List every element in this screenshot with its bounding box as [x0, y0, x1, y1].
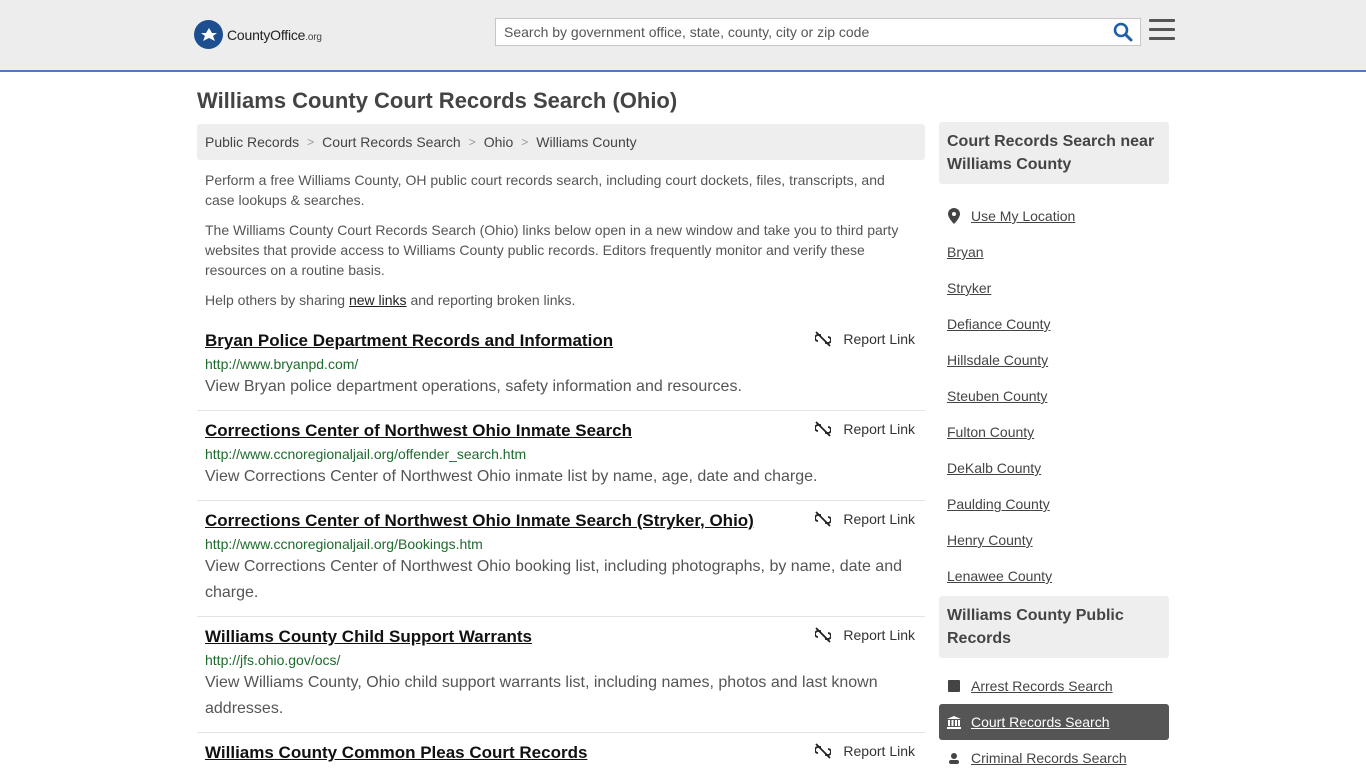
page-title: Williams County Court Records Search (Oh… — [197, 88, 678, 113]
breadcrumb-court-records-search[interactable]: Court Records Search — [322, 134, 461, 150]
square-icon — [947, 680, 961, 692]
public-records-list: Arrest Records Search Court Records Sear… — [939, 668, 1169, 768]
intro-text: Perform a free Williams County, OH publi… — [205, 170, 915, 320]
listing-url: http://jfs.ohio.gov/ocs/ — [205, 652, 341, 668]
broken-link-icon — [815, 743, 832, 759]
logo-seal-icon — [194, 20, 223, 49]
list-item: Court Records Search — [939, 704, 1169, 740]
arrest-records-search-link[interactable]: Arrest Records Search — [971, 678, 1113, 694]
new-links-link[interactable]: new links — [349, 292, 407, 308]
search-button[interactable] — [1112, 22, 1134, 44]
use-my-location-link[interactable]: Use My Location — [971, 208, 1075, 224]
broken-link-icon — [815, 627, 832, 643]
broken-link-icon — [815, 511, 832, 527]
breadcrumb-williams-county[interactable]: Williams County — [536, 134, 636, 150]
search-input[interactable] — [496, 19, 1106, 45]
search-icon — [1113, 22, 1133, 42]
list-item: Bryan — [939, 234, 1169, 270]
criminal-records-search-link[interactable]: Criminal Records Search — [971, 750, 1127, 766]
intro-paragraph: The Williams County Court Records Search… — [205, 222, 899, 278]
intro-paragraph: Perform a free Williams County, OH publi… — [205, 172, 885, 208]
nearby-link-dekalb-county[interactable]: DeKalb County — [947, 460, 1041, 476]
breadcrumb-public-records[interactable]: Public Records — [205, 134, 299, 150]
courthouse-icon — [947, 715, 961, 729]
list-item: Steuben County — [939, 378, 1169, 414]
listing-url: http://www.bryanpd.com/ — [205, 356, 359, 372]
list-item: Hillsdale County — [939, 342, 1169, 378]
nearby-link-stryker[interactable]: Stryker — [947, 280, 991, 296]
listing-title-link[interactable]: Bryan Police Department Records and Info… — [205, 330, 613, 352]
listing-title-link[interactable]: Williams County Common Pleas Court Recor… — [205, 742, 587, 764]
listing-title-link[interactable]: Williams County Child Support Warrants — [205, 626, 532, 648]
logo-text: CountyOffice.org — [227, 26, 322, 43]
broken-link-icon — [815, 331, 832, 347]
share-paragraph: Help others by sharing new links and rep… — [205, 292, 576, 308]
court-records-search-link[interactable]: Court Records Search — [971, 714, 1110, 730]
sidebar: Court Records Search near Williams Count… — [939, 122, 1169, 768]
list-item: Lenawee County — [939, 558, 1169, 594]
search-box — [495, 18, 1141, 46]
list-item: Use My Location — [939, 198, 1169, 234]
nearby-link-bryan[interactable]: Bryan — [947, 244, 984, 260]
nearby-link-paulding-county[interactable]: Paulding County — [947, 496, 1050, 512]
listing-description: View Corrections Center of Northwest Ohi… — [205, 558, 902, 601]
breadcrumb-separator-icon: > — [521, 135, 529, 149]
list-item: Henry County — [939, 522, 1169, 558]
report-link-button[interactable]: Report Link — [815, 511, 915, 527]
list-item: Paulding County — [939, 486, 1169, 522]
breadcrumb: Public Records > Court Records Search > … — [197, 124, 925, 160]
list-item: Arrest Records Search — [939, 668, 1169, 704]
nearby-list: Use My Location Bryan Stryker Defiance C… — [939, 198, 1169, 594]
list-item: Defiance County — [939, 306, 1169, 342]
report-link-button[interactable]: Report Link — [815, 331, 915, 347]
listing-description: View Corrections Center of Northwest Ohi… — [205, 468, 818, 485]
site-logo[interactable]: CountyOffice.org — [194, 20, 322, 49]
nearby-link-steuben-county[interactable]: Steuben County — [947, 388, 1047, 404]
nearby-link-henry-county[interactable]: Henry County — [947, 532, 1033, 548]
hamburger-menu-button[interactable] — [1149, 19, 1175, 43]
listing-url: http://www.ccnoregionaljail.org/Bookings… — [205, 536, 483, 552]
nearby-link-hillsdale-county[interactable]: Hillsdale County — [947, 352, 1048, 368]
broken-link-icon — [815, 421, 832, 437]
list-item: Corrections Center of Northwest Ohio Inm… — [197, 411, 925, 501]
report-link-button[interactable]: Report Link — [815, 421, 915, 437]
listings: Bryan Police Department Records and Info… — [197, 321, 925, 768]
criminal-icon — [947, 752, 961, 764]
public-records-heading: Williams County Public Records — [939, 596, 1169, 658]
list-item: Stryker — [939, 270, 1169, 306]
listing-description: View Williams County, Ohio child support… — [205, 674, 878, 717]
list-item: Williams County Child Support Warrants h… — [197, 617, 925, 733]
hamburger-icon — [1149, 19, 1175, 22]
list-item: Williams County Common Pleas Court Recor… — [197, 733, 925, 768]
list-item: Criminal Records Search — [939, 740, 1169, 768]
nearby-link-defiance-county[interactable]: Defiance County — [947, 316, 1051, 332]
breadcrumb-separator-icon: > — [307, 135, 315, 149]
nearby-link-lenawee-county[interactable]: Lenawee County — [947, 568, 1052, 584]
list-item: Bryan Police Department Records and Info… — [197, 321, 925, 411]
list-item: Corrections Center of Northwest Ohio Inm… — [197, 501, 925, 617]
list-item: DeKalb County — [939, 450, 1169, 486]
listing-description: View Bryan police department operations,… — [205, 378, 742, 395]
nearby-link-fulton-county[interactable]: Fulton County — [947, 424, 1034, 440]
listing-title-link[interactable]: Corrections Center of Northwest Ohio Inm… — [205, 510, 754, 532]
nearby-heading: Court Records Search near Williams Count… — [939, 122, 1169, 184]
report-link-button[interactable]: Report Link — [815, 627, 915, 643]
list-item: Fulton County — [939, 414, 1169, 450]
map-pin-icon — [947, 208, 961, 224]
listing-url: http://www.ccnoregionaljail.org/offender… — [205, 446, 527, 462]
listing-title-link[interactable]: Corrections Center of Northwest Ohio Inm… — [205, 420, 632, 442]
top-header: CountyOffice.org — [0, 0, 1366, 72]
breadcrumb-ohio[interactable]: Ohio — [484, 134, 514, 150]
breadcrumb-separator-icon: > — [468, 135, 476, 149]
report-link-button[interactable]: Report Link — [815, 743, 915, 759]
